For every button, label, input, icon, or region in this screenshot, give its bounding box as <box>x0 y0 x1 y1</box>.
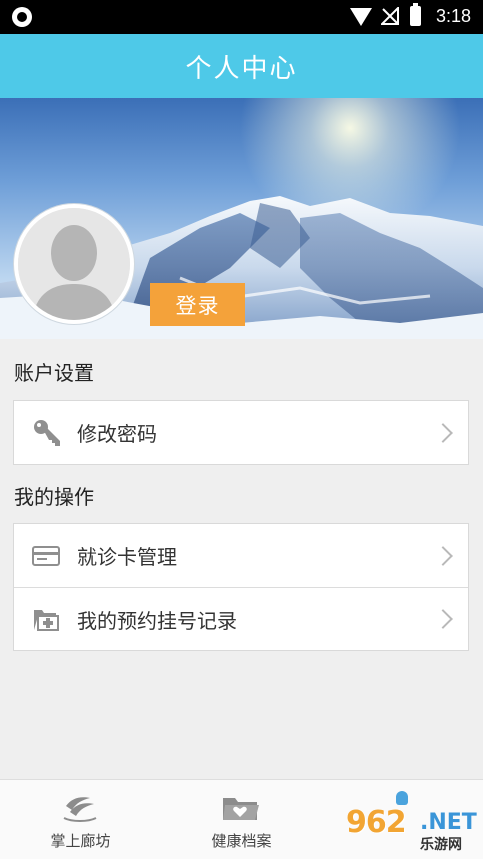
nav-item-langfang[interactable]: 掌上廊坊 <box>0 780 161 859</box>
sync-icon <box>12 7 32 27</box>
folder-add-icon <box>34 610 59 631</box>
battery-charging-icon <box>410 3 421 26</box>
wifi-icon <box>350 8 372 26</box>
health-folder-icon <box>223 798 259 820</box>
watermark-text: 乐游网 <box>420 837 462 853</box>
card-management-label: 就诊卡管理 <box>77 545 177 569</box>
chevron-right-icon <box>433 609 453 629</box>
my-operations-title: 我的操作 <box>14 485 94 509</box>
account-settings-title: 账户设置 <box>14 361 94 385</box>
account-settings-card: 修改密码 <box>13 400 469 465</box>
appointment-records-label: 我的预约挂号记录 <box>77 608 237 633</box>
nav-label-langfang: 掌上廊坊 <box>50 832 111 850</box>
change-password-row[interactable]: 修改密码 <box>14 401 468 464</box>
chevron-right-icon <box>433 422 453 443</box>
my-operations-card: 就诊卡管理 我的预约挂号记录 <box>13 523 469 651</box>
default-avatar-icon <box>18 208 130 320</box>
person-icon <box>396 791 408 805</box>
page-title: 个人中心 <box>185 53 298 84</box>
card-management-row[interactable]: 就诊卡管理 <box>14 524 468 587</box>
title-bar: 个人中心 <box>0 34 483 98</box>
watermark-number: 962 <box>346 805 407 840</box>
langfang-logo-icon <box>63 797 97 822</box>
change-password-label: 修改密码 <box>77 422 157 446</box>
watermark-logo: 962 .NET 乐游网 <box>346 791 477 853</box>
nav-item-health-records[interactable]: 健康档案 <box>161 780 322 859</box>
chevron-right-icon <box>433 545 453 566</box>
nav-label-health-records: 健康档案 <box>211 832 272 850</box>
status-bar: 3:18 <box>0 0 483 34</box>
watermark-domain: .NET <box>420 810 477 835</box>
status-time: 3:18 <box>436 6 472 26</box>
login-button[interactable]: 登录 <box>150 283 245 326</box>
no-signal-icon <box>381 7 399 25</box>
card-icon <box>32 545 60 566</box>
avatar[interactable] <box>14 204 134 324</box>
key-icon <box>34 419 60 446</box>
appointment-records-row[interactable]: 我的预约挂号记录 <box>14 587 468 650</box>
